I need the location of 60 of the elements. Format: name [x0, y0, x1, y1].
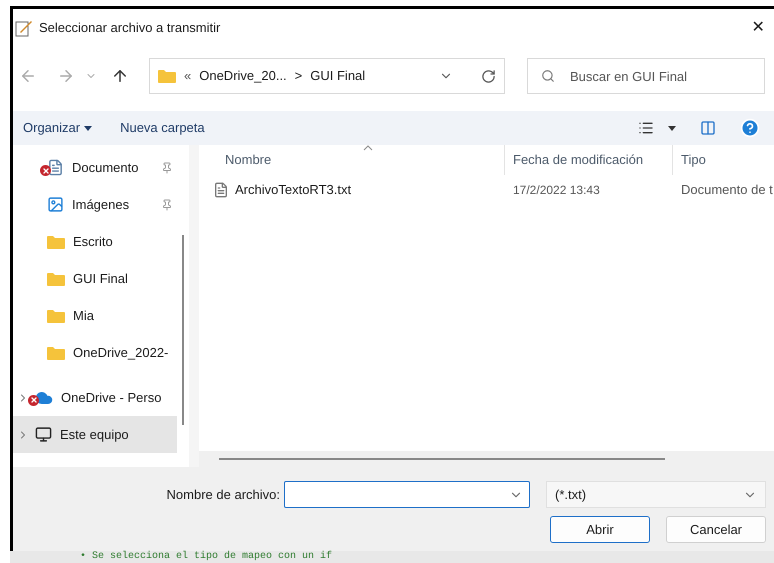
text-file-icon — [213, 182, 229, 198]
breadcrumb-separator: > — [294, 67, 302, 86]
sidebar-label: Documento — [72, 158, 138, 177]
sidebar-label: Mia — [73, 306, 94, 325]
sort-icon — [363, 145, 373, 151]
view-icon[interactable] — [638, 120, 654, 136]
refresh-icon[interactable] — [481, 68, 496, 84]
sidebar-label: Escrito — [73, 232, 113, 251]
folder-icon — [47, 234, 65, 248]
search-icon — [541, 69, 555, 83]
folder-icon — [47, 272, 65, 286]
sidebar-label: Imágenes — [72, 196, 130, 214]
sidebar-item[interactable]: Este equipo — [13, 416, 177, 453]
folder-icon — [47, 346, 65, 360]
dialog-button[interactable]: Abrir — [550, 516, 650, 543]
notepad-icon — [15, 19, 33, 37]
sidebar-label: GUI Final — [73, 270, 128, 288]
file-row[interactable]: ArchivoTextoRT3.txt 17/2/2022 13:43 Documento de t — [199, 175, 774, 205]
folder-icon — [158, 69, 176, 83]
caret-icon — [84, 126, 92, 130]
document-icon — [47, 159, 64, 176]
column-header[interactable]: Fecha de modificación — [513, 150, 644, 170]
modified-date: 17/2/2022 13:43 — [512, 182, 601, 199]
column-header[interactable]: Tipo — [681, 150, 706, 170]
folder-icon — [47, 308, 65, 322]
new-folder-button[interactable]: Nueva carpeta — [120, 118, 205, 138]
sidebar-item[interactable]: OneDrive_2022- — [13, 334, 177, 371]
background-code-text: • Se selecciona el tipo de mapeo con un if — [80, 551, 332, 563]
help-icon[interactable] — [740, 118, 760, 138]
sidebar-label: Este equipo — [60, 426, 129, 444]
sidebar-label: OneDrive_2022- — [73, 344, 168, 362]
dialog-button[interactable]: Cancelar — [666, 516, 766, 543]
file-name: ArchivoTextoRT3.txt — [235, 181, 352, 200]
sidebar-item[interactable]: Imágenes — [13, 186, 177, 223]
file-name-label: Nombre de archivo: — [166, 486, 280, 504]
column-header[interactable]: Nombre — [225, 150, 272, 170]
sidebar-label: OneDrive - Perso — [61, 388, 162, 407]
organize-button[interactable]: Organizar — [23, 118, 92, 138]
sidebar-item[interactable]: OneDrive - Perso — [13, 379, 177, 416]
file-type: Documento de t — [680, 181, 773, 200]
computer-icon — [35, 426, 52, 443]
breadcrumb-overflow: « — [184, 67, 192, 86]
preview-pane-icon[interactable] — [700, 120, 716, 136]
image-icon — [47, 196, 64, 213]
sidebar-item[interactable]: Escrito — [13, 223, 177, 260]
address-bar[interactable]: « OneDrive_20... > GUI Final — [149, 58, 505, 94]
caret-icon[interactable] — [668, 126, 676, 130]
search-field[interactable]: Buscar en GUI Final — [527, 58, 765, 94]
close-button[interactable]: ✕ — [744, 14, 772, 42]
breadcrumb[interactable]: OneDrive_20... — [199, 66, 287, 86]
window-title: Seleccionar archivo a transmitir — [39, 19, 220, 38]
breadcrumb[interactable]: GUI Final — [310, 66, 366, 86]
sidebar-item[interactable]: GUI Final — [13, 260, 177, 297]
sidebar-item[interactable]: Documento — [13, 149, 177, 186]
file-name-field[interactable] — [284, 481, 530, 508]
up-icon[interactable] — [111, 67, 129, 85]
file-type-dropdown[interactable]: (*.txt) — [546, 481, 766, 508]
pin-icon[interactable] — [161, 198, 173, 210]
sidebar-item[interactable]: Mia — [13, 297, 177, 334]
pin-icon[interactable] — [161, 162, 173, 174]
